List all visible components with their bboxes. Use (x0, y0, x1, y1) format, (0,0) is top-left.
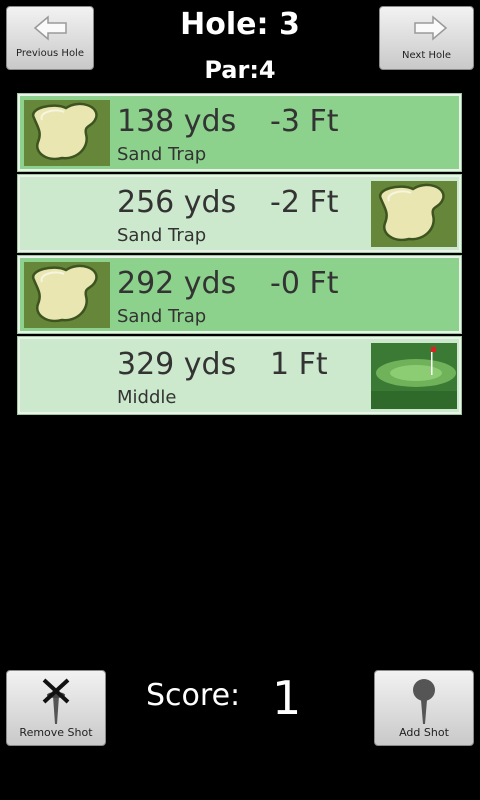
shot-offset: -0 Ft (270, 266, 339, 301)
sand-trap-icon (24, 100, 110, 166)
sand-trap-icon (24, 262, 110, 328)
next-hole-button[interactable]: Next Hole (379, 6, 474, 70)
shot-row[interactable]: 329 yds 1 Ft Middle (17, 336, 462, 415)
golf-tee-x-icon (42, 678, 70, 724)
fairway-green-icon (371, 343, 457, 409)
arrow-right-icon (414, 15, 448, 41)
shot-offset: -3 Ft (270, 104, 339, 139)
shot-lie: Sand Trap (117, 306, 207, 327)
shot-offset: -2 Ft (270, 185, 339, 220)
shot-row[interactable]: 256 yds -2 Ft Sand Trap (17, 174, 462, 253)
add-shot-label: Add Shot (399, 726, 449, 739)
shot-distance: 329 yds (117, 347, 237, 382)
shot-row[interactable]: 138 yds -3 Ft Sand Trap (17, 93, 462, 172)
add-shot-button[interactable]: Add Shot (374, 670, 474, 746)
shot-distance: 138 yds (117, 104, 237, 139)
shot-lie: Middle (117, 387, 177, 408)
shot-lie: Sand Trap (117, 225, 207, 246)
score-value: 1 (272, 671, 302, 725)
shot-offset: 1 Ft (270, 347, 328, 382)
sand-trap-icon (371, 181, 457, 247)
shot-distance: 256 yds (117, 185, 237, 220)
shot-lie: Sand Trap (117, 144, 207, 165)
score-label: Score: (146, 678, 241, 713)
golf-tee-ball-icon (413, 679, 435, 724)
remove-shot-button[interactable]: Remove Shot (6, 670, 106, 746)
remove-shot-label: Remove Shot (19, 726, 93, 739)
next-hole-label: Next Hole (401, 50, 452, 61)
shot-row[interactable]: 292 yds -0 Ft Sand Trap (17, 255, 462, 334)
shot-distance: 292 yds (117, 266, 237, 301)
